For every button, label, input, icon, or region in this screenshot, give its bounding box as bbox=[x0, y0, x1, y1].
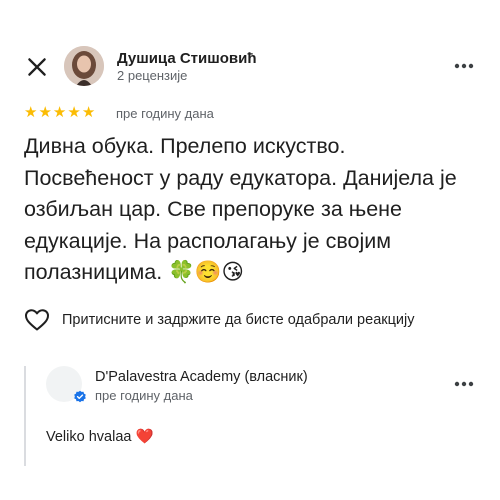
close-icon[interactable] bbox=[24, 54, 50, 80]
review-text: Дивна обука. Прелепо искуство. Посвећено… bbox=[24, 134, 457, 284]
star-rating: ★ ★ ★ ★ ★ bbox=[24, 104, 95, 122]
heart-outline-icon bbox=[25, 309, 49, 331]
review-time: пре годину дана bbox=[116, 106, 214, 121]
avatar[interactable] bbox=[64, 46, 104, 86]
star-icon: ★ bbox=[81, 104, 96, 121]
reaction-button[interactable]: Притисните и задржите да бисте одабрали … bbox=[24, 308, 414, 332]
owner-name[interactable]: D'Palavestra Academy (власник) bbox=[95, 369, 308, 385]
star-icon: ★ bbox=[67, 104, 81, 121]
author-review-count: 2 рецензије bbox=[117, 68, 188, 83]
owner-reply-time: пре годину дана bbox=[95, 388, 193, 403]
more-vert-icon[interactable] bbox=[452, 56, 476, 76]
star-icon: ★ bbox=[24, 104, 38, 121]
star-icon: ★ bbox=[38, 104, 52, 121]
reaction-label: Притисните и задржите да бисте одабрали … bbox=[62, 312, 415, 328]
more-vert-icon[interactable] bbox=[452, 374, 476, 394]
author-name[interactable]: Душица Стишовић bbox=[117, 50, 257, 67]
avatar-photo bbox=[64, 46, 104, 86]
reply-divider bbox=[24, 366, 26, 466]
owner-reply-text: Veliko hvalaa ❤️ bbox=[46, 429, 154, 445]
verified-icon bbox=[74, 390, 86, 403]
star-icon: ★ bbox=[52, 104, 67, 121]
